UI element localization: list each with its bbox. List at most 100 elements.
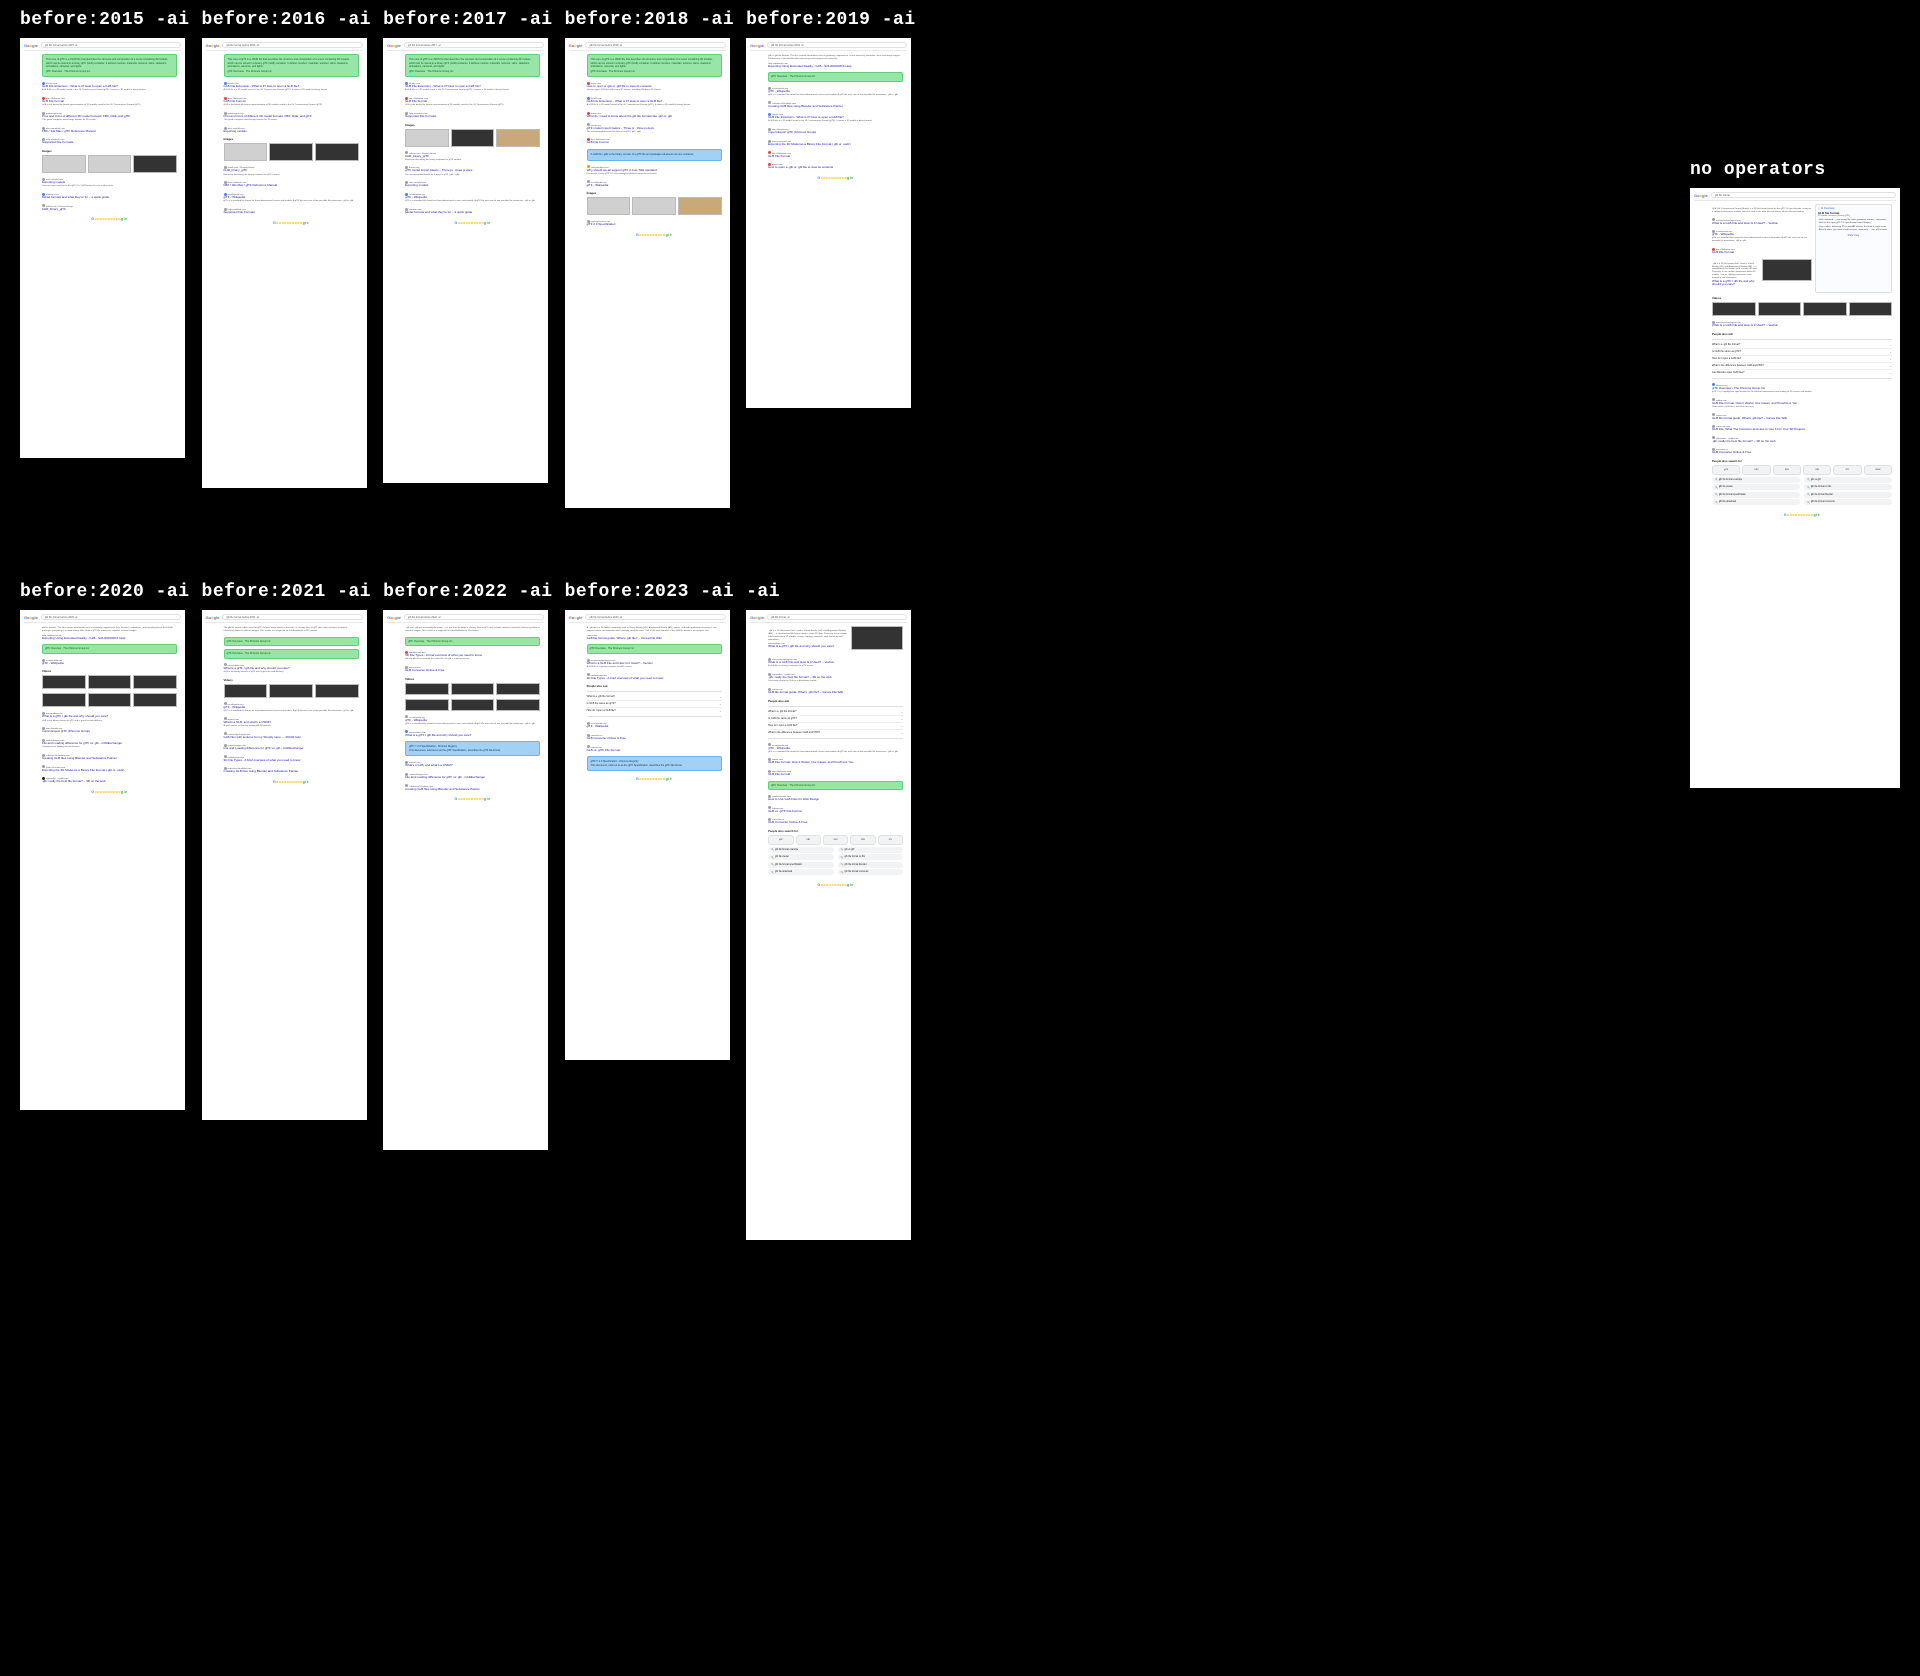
featured-snippet[interactable]: This core of glTF is a JSON file that de… [224, 54, 359, 77]
paa-item[interactable]: What is a .glb file format?⌄ [587, 694, 722, 701]
ai-show-more[interactable]: Show more [1818, 235, 1889, 237]
image-thumb[interactable] [88, 155, 132, 173]
search-result[interactable]: docs.blender.orgImport-Export glTF (Khro… [42, 726, 177, 734]
search-result[interactable]: r/gamedev · reddit.com.glb: really the b… [42, 776, 177, 784]
related-search[interactable]: 🔍glb file download [1712, 499, 1800, 505]
images-carousel[interactable] [224, 143, 359, 161]
search-result[interactable]: github.com › KhronosGroupKHR_binary_glTF… [405, 151, 540, 162]
search-result[interactable]: convertio.coGLB Converter Online & Free [405, 665, 540, 673]
search-result[interactable]: godotengine.orgPros and Cons of differen… [224, 111, 359, 122]
search-result[interactable]: glb or .gltf file formats. The files con… [768, 55, 903, 68]
featured-snippet[interactable]: This core of glTF is a JSON file that de… [405, 54, 540, 77]
search-result[interactable]: learn.microsoft.comExporting the 3D Mode… [42, 765, 177, 773]
search-result[interactable]: convertio.coGLB Converter Online & Free [768, 817, 903, 825]
image-thumb[interactable] [133, 155, 177, 173]
search-input[interactable]: glb file format before:2015 -ai [41, 42, 181, 48]
google-logo[interactable]: Google [569, 615, 583, 620]
search-result[interactable]: en.wikipedia.orgglTF - Wikipedia [587, 721, 722, 729]
search-input[interactable]: glb file format before:2017 -ai [404, 42, 544, 48]
search-result[interactable]: en.wikipedia.orgglTF - WikipediaglTF is … [405, 715, 540, 726]
search-input[interactable]: glb file format before:2016 -ai [222, 42, 362, 48]
google-logo[interactable]: Google [24, 43, 38, 48]
related-search[interactable]: 🔍glb file viewer [768, 854, 834, 860]
search-result[interactable]: The glb file format, which uses the glTF… [224, 627, 359, 633]
search-result[interactable]: godotengine.orgPros and Cons of differen… [42, 111, 177, 122]
paa-item[interactable]: What is a .glb file format?⌄ [768, 709, 903, 716]
search-result[interactable]: cadexchanger.comFile and Loading differe… [42, 738, 177, 749]
videos-carousel[interactable] [42, 693, 177, 707]
pagination[interactable]: Goooooooooogle [768, 176, 903, 180]
google-logo[interactable]: Google [387, 43, 401, 48]
paa-item[interactable]: Can Blender open GLB files?⌄ [1712, 370, 1892, 376]
search-result[interactable]: en.wikipedia.orgglTF - Wikipedia [42, 658, 177, 666]
search-result[interactable]: marxentlabs.comWhat is a glTF / glb file… [405, 730, 540, 738]
videos-carousel[interactable] [405, 699, 540, 711]
paa-item[interactable]: Is GLB the same as glTF?⌄ [587, 701, 722, 708]
pagination[interactable]: Goooooooooogle [587, 777, 722, 781]
search-result[interactable]: canva.comGLB file format guide. What's .… [768, 687, 903, 695]
search-result[interactable]: r/gamedev · reddit.com.glb: really the b… [768, 672, 903, 683]
search-result[interactable]: pixelfreestudio.comHow to Use GLB Files … [768, 794, 903, 802]
pagination[interactable]: Goooooooooogle [1712, 513, 1892, 517]
related-search[interactable]: 🔍glb vs gltf [838, 847, 904, 853]
search-result[interactable]: vntana.comWhat's a GLB, and what's a USD… [224, 717, 359, 728]
images-carousel[interactable] [587, 197, 722, 215]
search-result[interactable]: fileinfo.comGLB File Extension - What is… [224, 81, 359, 92]
related-chip[interactable]: OBJ [796, 835, 821, 845]
search-result[interactable]: en.wikipedia.orgglTF - Wikipedia [587, 180, 722, 188]
search-result[interactable]: substance3d.adobe.comCreating GLB files … [224, 766, 359, 774]
pagination[interactable]: Goooooooooogle [405, 797, 540, 801]
search-result[interactable]: cadexchanger.comFile and Loading differe… [224, 743, 359, 751]
image-thumb[interactable] [42, 155, 86, 173]
search-result[interactable]: vection-technologies.comWhat Is a GLB Fi… [768, 657, 903, 668]
search-result[interactable]: . glb is a 3D file format that's used in… [1712, 263, 1760, 287]
related-search[interactable]: 🔍glb file download [768, 869, 834, 875]
search-result[interactable]: docs.fileformat.comGLB File Format [587, 137, 722, 145]
search-result[interactable]: docs.unity3d.comExporting models [405, 180, 540, 188]
search-result[interactable]: community.shopify.comGLB files with text… [224, 732, 359, 740]
paa-item[interactable]: Is GLB the same as glTF?⌄ [768, 716, 903, 723]
pagination[interactable]: Goooooooooogle [768, 883, 903, 887]
search-result[interactable]: substance3d.adobe.comCreating GLB files … [405, 784, 540, 792]
search-result[interactable]: vntana.comWhat's a GLB, and what's a USD… [405, 760, 540, 768]
search-result[interactable]: glb file formats. The files contain info… [42, 627, 177, 640]
paa-item[interactable]: What is a .glb file format?⌄ [1712, 342, 1892, 349]
search-result[interactable]: khronos.orgglTF Overview - The Khronos G… [1712, 383, 1892, 394]
search-result[interactable]: github.com › KhronosGroupKHR_binary_glTF [42, 204, 177, 212]
related-search[interactable]: 🔍glb file format specification [1712, 492, 1800, 498]
search-result[interactable]: quora.comHow to open a .glb or .gltf fil… [768, 162, 903, 170]
search-result[interactable]: iconscout.comGLB File: What The Format I… [1712, 424, 1892, 432]
search-result[interactable]: canva.comGLB file format guide. What's .… [1712, 413, 1892, 421]
preview-thumbnail[interactable] [851, 626, 903, 650]
search-input[interactable]: glb file format [1711, 192, 1896, 198]
google-logo[interactable]: Google [569, 43, 583, 48]
related-search[interactable]: 🔍glb file format blender [838, 862, 904, 868]
pagination[interactable]: Goooooooooogle [587, 233, 722, 237]
search-result[interactable]: docs.autodesk.comFBX / 3ds Max / glTF Re… [42, 126, 177, 134]
related-search[interactable]: 🔍glb file format blender [1804, 492, 1892, 498]
pagination[interactable]: Goooooooooogle [224, 780, 359, 784]
paa-item[interactable]: How do I open a GLB file?⌄ [1712, 356, 1892, 363]
google-logo[interactable]: Google [24, 615, 38, 620]
search-result[interactable]: docs.autodesk.comFBX / 3ds Max / glTF Re… [224, 180, 359, 188]
search-result[interactable]: medium.comModel formats and what they're… [405, 207, 540, 215]
search-input[interactable]: glb file format before:2023 -ai [585, 614, 725, 620]
paa-item[interactable]: How do I open a GLB file?⌄ [587, 708, 722, 714]
search-input[interactable]: glb file format -ai [767, 614, 907, 620]
search-result[interactable]: docs.fileformat.comGLB File FormatGLB is… [42, 96, 177, 107]
search-result[interactable]: iodraw.comGLB vs. glTF File Format [768, 806, 903, 814]
search-result[interactable]: docs.fileformat.comGLB File Format [768, 151, 903, 159]
related-search[interactable]: 🔍glb file format vs fbx [838, 854, 904, 860]
search-result[interactable]: docs.unity3d.comExporting models [224, 126, 359, 134]
google-logo[interactable]: Google [206, 43, 220, 48]
search-result[interactable]: vection-technologies.comWhat Is a GLB Fi… [1712, 218, 1812, 226]
image-thumb[interactable] [315, 143, 359, 161]
google-logo[interactable]: Google [750, 615, 764, 620]
related-search[interactable]: 🔍glb file format vs fbx [1804, 484, 1892, 490]
featured-snippet[interactable]: glTF Overview · The Khronos Group Inc [224, 637, 359, 647]
featured-snippet-secondary[interactable]: glTF™ 2.0 Specification - Khronos Regist… [405, 741, 540, 756]
search-result[interactable]: substance3d.adobe.comCreating GLB files … [768, 101, 903, 109]
search-result[interactable]: docs.fileformat.comGLB File Format [1712, 247, 1812, 255]
search-result[interactable]: iodraw.comGLB vs. glTF File Format [587, 745, 722, 753]
search-result[interactable]: en.wikipedia.orgglTF - WikipediaglTF is … [768, 86, 903, 97]
